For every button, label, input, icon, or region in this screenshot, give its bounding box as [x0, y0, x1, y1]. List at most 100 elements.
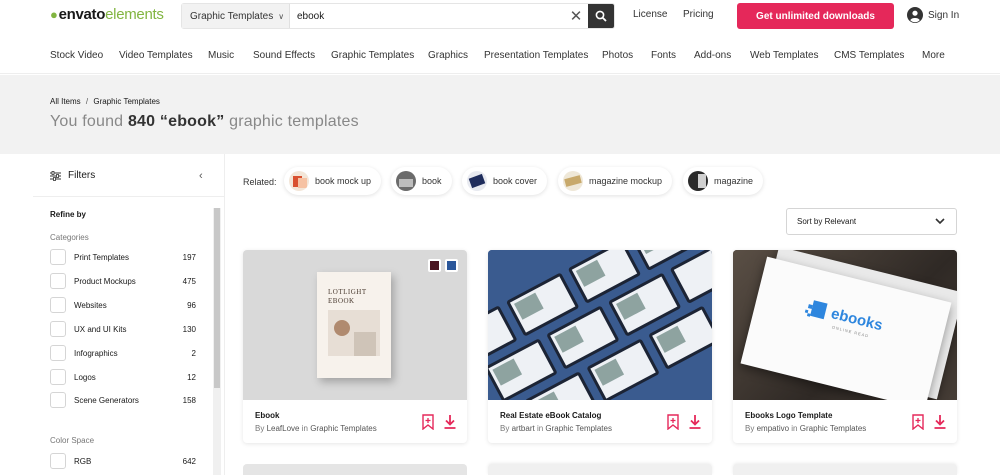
nav-cms-templates[interactable]: CMS Templates [834, 50, 904, 61]
sidebar-scrollbar[interactable] [213, 208, 221, 475]
download-icon[interactable] [688, 414, 702, 430]
related-book[interactable]: book [391, 167, 452, 195]
cover-photo [328, 310, 380, 356]
filters-title: Filters [68, 170, 96, 181]
card-category[interactable]: Graphic Templates [310, 424, 377, 433]
filter-infographics[interactable]: Infographics 2 [50, 344, 196, 362]
search-input[interactable] [290, 4, 564, 28]
add-to-collection-icon[interactable] [666, 414, 680, 430]
nav-graphics[interactable]: Graphics [428, 50, 468, 61]
checkbox[interactable] [50, 345, 66, 361]
ebook-cover-mockup: LOTLIGHT EBOOK [317, 272, 391, 378]
filter-ux-ui-kits[interactable]: UX and UI Kits 130 [50, 320, 196, 338]
by-text: By [255, 424, 265, 433]
top-header: ● envatoelements Graphic Templates ∨ ✕ L… [0, 0, 1000, 32]
related-text: book [422, 176, 442, 186]
related-text: magazine mockup [589, 176, 663, 186]
card-author[interactable]: artbart [512, 424, 535, 433]
download-icon[interactable] [933, 414, 947, 430]
nav-add-ons[interactable]: Add-ons [694, 50, 731, 61]
nav-photos[interactable]: Photos [602, 50, 633, 61]
search-icon [595, 10, 607, 22]
card-category[interactable]: Graphic Templates [545, 424, 612, 433]
scrollbar-thumb[interactable] [214, 208, 220, 388]
license-link[interactable]: License [633, 9, 667, 20]
nav-stock-video[interactable]: Stock Video [50, 50, 103, 61]
nav-fonts[interactable]: Fonts [651, 50, 676, 61]
nav-more[interactable]: More [922, 50, 945, 61]
card-title[interactable]: Ebook [255, 411, 279, 420]
card-thumbnail[interactable]: ebooks ONLINE READ [733, 250, 957, 400]
filter-label: Print Templates [74, 252, 129, 262]
cover-line-1: LOTLIGHT [328, 288, 367, 296]
checkbox[interactable] [50, 297, 66, 313]
related-book-mock-up[interactable]: book mock up [284, 167, 382, 195]
in-text: in [536, 424, 544, 433]
card-title[interactable]: Ebooks Logo Template [745, 411, 832, 420]
leaf-icon: ● [50, 7, 58, 22]
filter-rgb[interactable]: RGB 642 [50, 452, 196, 470]
checkbox[interactable] [50, 392, 66, 408]
category-nav: Stock Video Video Templates Music Sound … [0, 40, 1000, 74]
related-magazine[interactable]: magazine [683, 167, 764, 195]
checkbox[interactable] [50, 453, 66, 469]
result-card[interactable]: Real Estate eBook Catalog By artbart in … [488, 250, 712, 443]
card-thumbnail[interactable]: LOTLIGHT EBOOK [243, 250, 467, 400]
in-text: in [301, 424, 308, 433]
nav-video-templates[interactable]: Video Templates [119, 50, 193, 61]
pricing-link[interactable]: Pricing [683, 9, 714, 20]
search-category-select[interactable]: Graphic Templates ∨ [182, 4, 290, 28]
ebooks-logo-icon [804, 300, 828, 320]
result-card-partial[interactable] [733, 464, 957, 475]
card-author-line: By empativo in Graphic Templates [745, 424, 866, 433]
breadcrumb-separator: / [85, 97, 89, 106]
sign-in-button[interactable]: Sign In [907, 7, 959, 23]
breadcrumb-graphic-templates[interactable]: Graphic Templates [93, 97, 160, 106]
filter-scene-generators[interactable]: Scene Generators 158 [50, 391, 196, 409]
sort-dropdown[interactable]: Sort by Relevant [786, 208, 957, 235]
download-icon[interactable] [443, 414, 457, 430]
filter-count: 158 [182, 395, 196, 405]
filter-websites[interactable]: Websites 96 [50, 296, 196, 314]
card-category[interactable]: Graphic Templates [800, 424, 867, 433]
checkbox[interactable] [50, 249, 66, 265]
nav-presentation-templates[interactable]: Presentation Templates [484, 50, 588, 61]
card-author-line: By artbart in Graphic Templates [500, 424, 612, 433]
filter-print-templates[interactable]: Print Templates 197 [50, 248, 196, 266]
result-card-partial[interactable] [488, 464, 712, 475]
add-to-collection-icon[interactable] [911, 414, 925, 430]
result-card[interactable]: ebooks ONLINE READ Ebooks Logo Template … [733, 250, 957, 443]
chevron-down-icon: ∨ [278, 11, 285, 21]
add-to-collection-icon[interactable] [421, 414, 435, 430]
related-book-cover[interactable]: book cover [462, 167, 548, 195]
get-unlimited-downloads-button[interactable]: Get unlimited downloads [737, 3, 894, 29]
nav-sound-effects[interactable]: Sound Effects [253, 50, 315, 61]
result-card[interactable]: LOTLIGHT EBOOK Ebook By LeafLove in Grap… [243, 250, 467, 443]
clear-search-icon[interactable]: ✕ [564, 4, 588, 28]
related-thumbnail [688, 171, 708, 191]
refine-by-heading: Refine by [50, 210, 87, 219]
breadcrumb-all-items[interactable]: All Items [50, 97, 81, 106]
related-text: book mock up [315, 176, 372, 186]
checkbox[interactable] [50, 321, 66, 337]
card-author[interactable]: LeafLove [267, 424, 300, 433]
card-thumbnail[interactable] [488, 250, 712, 400]
checkbox[interactable] [50, 273, 66, 289]
filter-count: 96 [187, 300, 196, 310]
filter-product-mockups[interactable]: Product Mockups 475 [50, 272, 196, 290]
filters-sidebar: Filters ‹ Refine by Categories Print Tem… [0, 154, 225, 475]
result-card-partial[interactable] [243, 464, 467, 475]
nav-music[interactable]: Music [208, 50, 234, 61]
envato-elements-logo[interactable]: ● envato elements [50, 6, 164, 23]
result-query: “ebook” [159, 113, 225, 130]
card-author[interactable]: empativo [757, 424, 789, 433]
filter-label: Product Mockups [74, 276, 136, 286]
nav-web-templates[interactable]: Web Templates [750, 50, 819, 61]
card-title[interactable]: Real Estate eBook Catalog [500, 411, 601, 420]
related-magazine-mockup[interactable]: magazine mockup [558, 167, 673, 195]
filter-logos[interactable]: Logos 12 [50, 368, 196, 386]
collapse-filters-icon[interactable]: ‹ [199, 170, 203, 182]
search-button[interactable] [588, 4, 614, 28]
checkbox[interactable] [50, 369, 66, 385]
nav-graphic-templates[interactable]: Graphic Templates [331, 50, 414, 61]
